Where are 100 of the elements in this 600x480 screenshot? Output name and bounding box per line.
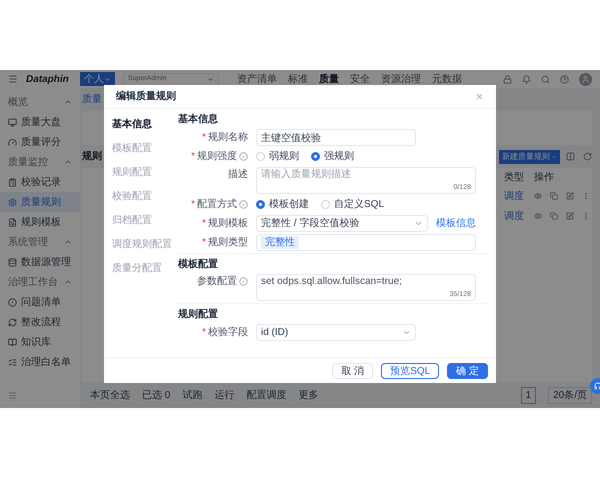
- category-tag: 完整性: [261, 236, 299, 249]
- refresh-icon[interactable]: [583, 152, 592, 161]
- nav-tab[interactable]: 元数据: [432, 72, 462, 86]
- input-field[interactable]: 主键空值校验: [256, 129, 416, 146]
- radio-option[interactable]: 自定义SQL: [321, 197, 384, 212]
- sidebar-item[interactable]: 质量大盘: [0, 112, 80, 132]
- template-info-link[interactable]: 模板信息: [436, 216, 476, 231]
- chevron-icon: [414, 219, 423, 228]
- product-logo: Dataphin: [26, 72, 70, 86]
- lock-icon[interactable]: [503, 74, 512, 84]
- document-icon: [8, 218, 17, 226]
- column-header: 操作: [534, 170, 555, 184]
- radio-option[interactable]: 弱规则: [256, 149, 299, 164]
- dialog-button[interactable]: 取 消: [332, 362, 374, 378]
- sidebar-item[interactable]: 治理白名单: [0, 352, 80, 372]
- section-title: 基本信息: [178, 113, 219, 127]
- section-title: 模板配置: [178, 258, 219, 272]
- sidebar-item[interactable]: 问题清单: [0, 292, 80, 312]
- book-icon: [8, 338, 17, 346]
- required-mark: *: [191, 150, 195, 164]
- edit-icon[interactable]: [566, 192, 574, 200]
- chevron-icon: [104, 76, 111, 82]
- avatar[interactable]: [579, 72, 592, 86]
- edit-icon[interactable]: [566, 212, 574, 220]
- dialog-button[interactable]: 预览SQL: [381, 362, 440, 378]
- sidebar-group[interactable]: 系统管理: [0, 232, 80, 252]
- dialog-title: 编辑质量规则: [116, 90, 176, 104]
- chevron-icon: [551, 154, 557, 160]
- radio-option[interactable]: 模板创建: [256, 197, 309, 212]
- bell-icon[interactable]: [522, 74, 531, 84]
- nav-tab[interactable]: 资产清单: [237, 72, 277, 86]
- alert-icon: [8, 298, 17, 306]
- select-field[interactable]: 完整性 / 字段空值校验: [256, 215, 428, 232]
- required-mark: *: [202, 131, 206, 145]
- nav-tab[interactable]: 安全: [350, 72, 370, 86]
- field-label: 规则类型: [208, 236, 248, 250]
- sidebar-group[interactable]: 概览: [0, 92, 80, 112]
- nav-tab[interactable]: 资源治理: [381, 72, 421, 86]
- required-mark: *: [202, 326, 206, 340]
- sidebar-group[interactable]: 治理工作台: [0, 272, 80, 292]
- menu-icon[interactable]: [8, 74, 18, 84]
- chevron-up-icon: [64, 98, 72, 106]
- sidebar-item[interactable]: 知识库: [0, 332, 80, 352]
- selected-count: 已选 0: [142, 388, 170, 402]
- monitor-icon: [8, 118, 17, 126]
- collapse-icon[interactable]: [8, 391, 17, 400]
- sidebar-item[interactable]: 质量评分: [0, 132, 80, 152]
- view-icon[interactable]: [534, 212, 542, 220]
- field-label: 校验字段: [208, 326, 248, 340]
- select-field[interactable]: id (ID): [256, 324, 416, 341]
- section-nav-item[interactable]: 模板配置: [112, 141, 178, 156]
- sidebar-item[interactable]: 规则模板: [0, 212, 80, 232]
- tab[interactable]: 规则: [82, 149, 102, 164]
- dialog-button[interactable]: 确 定: [447, 362, 488, 378]
- help-icon[interactable]: [560, 74, 569, 84]
- search-icon[interactable]: [541, 74, 550, 84]
- headset-icon: [594, 382, 600, 390]
- required-mark: *: [191, 198, 195, 212]
- section-nav-item[interactable]: 质量分配置: [112, 261, 178, 276]
- workspace-dropdown[interactable]: 个人: [80, 72, 115, 86]
- bulk-action[interactable]: 运行: [214, 388, 234, 402]
- section-nav-item[interactable]: 调度规则配置: [112, 237, 178, 252]
- required-mark: *: [202, 236, 206, 250]
- chevron-up-icon: [64, 158, 72, 166]
- tag-field[interactable]: 完整性: [256, 234, 476, 251]
- page-size-select[interactable]: 20条/页: [548, 386, 592, 404]
- section-nav-item[interactable]: 基本信息: [112, 117, 178, 132]
- columns-icon[interactable]: [566, 152, 575, 161]
- sidebar-item[interactable]: 校验记录: [0, 172, 80, 192]
- sidebar-item[interactable]: 质量规则: [0, 192, 80, 212]
- page-number[interactable]: 1: [520, 386, 536, 404]
- bulk-action[interactable]: 试跑: [182, 388, 202, 402]
- radio-option[interactable]: 强规则: [311, 149, 354, 164]
- section-nav-item[interactable]: 规则配置: [112, 165, 178, 180]
- sidebar-item[interactable]: 整改流程: [0, 312, 80, 332]
- table-cell-text: 调度: [504, 210, 524, 224]
- nav-tab[interactable]: 标准: [288, 72, 308, 86]
- field-label: 描述: [228, 168, 248, 182]
- field-value: set odps.sql.allow.fullscan=true;: [261, 275, 403, 288]
- copy-icon[interactable]: [550, 192, 558, 200]
- sidebar-group[interactable]: 质量监控: [0, 152, 80, 172]
- bulk-action[interactable]: 配置调度: [246, 388, 286, 402]
- field-label: 参数配置: [197, 274, 237, 289]
- copy-icon[interactable]: [550, 212, 558, 220]
- bulk-action[interactable]: 更多: [298, 388, 318, 402]
- field-label: 规则名称: [208, 131, 248, 145]
- close-icon[interactable]: [475, 92, 484, 101]
- chevron-up-icon: [64, 238, 72, 246]
- gauge-icon: [8, 138, 17, 146]
- select-all-label[interactable]: 本页全选: [90, 388, 130, 402]
- section-nav-item[interactable]: 归档配置: [112, 213, 178, 228]
- chevron-up-icon: [64, 278, 72, 286]
- create-rule-button[interactable]: 新建质量规则: [499, 150, 560, 164]
- sidebar-item[interactable]: 数据源管理: [0, 252, 80, 272]
- field-label: 规则模板: [208, 216, 248, 231]
- section-title: 规则配置: [178, 308, 219, 322]
- nav-tab[interactable]: 质量: [319, 72, 339, 86]
- table-cell-text: 调度: [504, 190, 524, 204]
- view-icon[interactable]: [534, 192, 542, 200]
- section-nav-item[interactable]: 校验配置: [112, 189, 178, 204]
